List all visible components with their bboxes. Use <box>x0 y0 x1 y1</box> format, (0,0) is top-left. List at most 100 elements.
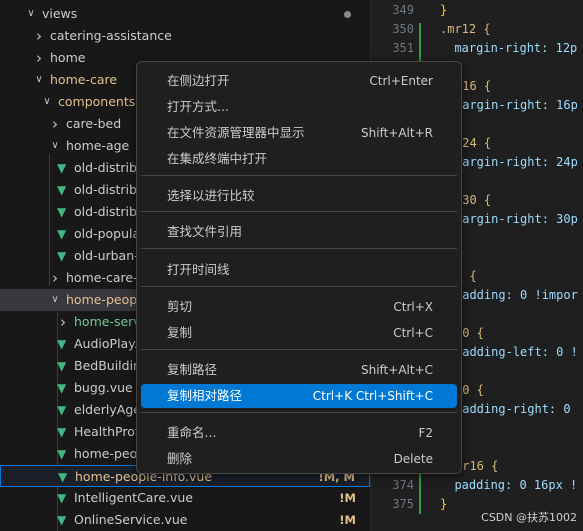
explorer-item-label: home-age <box>66 138 130 153</box>
explorer-item-label: AudioPlay. <box>74 336 138 351</box>
explorer-item-label: views <box>42 6 78 21</box>
explorer-item-label: home-care <box>50 72 118 87</box>
watermark: CSDN @扶苏1002 <box>481 511 577 524</box>
menu-item-shortcut: Ctrl+X <box>393 300 433 314</box>
menu-item-label: 复制 <box>167 325 193 340</box>
menu-item-shortcut: F2 <box>418 426 433 440</box>
explorer-item-label: care-bed <box>66 116 122 131</box>
explorer-item-label: old-distrib <box>74 160 137 175</box>
menu-separator <box>141 175 457 176</box>
menu-item[interactable]: 在侧边打开 Ctrl+Enter <box>141 69 457 93</box>
explorer-item-label: components <box>58 94 136 109</box>
menu-item-shortcut: Shift+Alt+R <box>361 126 433 140</box>
menu-item-label: 打开时间线 <box>167 262 230 277</box>
code-text: padding: 0 16px ! <box>440 478 578 492</box>
vue-file-icon: ▼ <box>58 470 68 484</box>
vue-file-icon: ▼ <box>57 425 67 439</box>
menu-separator <box>141 412 457 413</box>
explorer-item-label: home-peo <box>74 446 138 461</box>
chevron-right-icon[interactable]: › <box>57 311 69 333</box>
vue-file-icon: ▼ <box>57 447 67 461</box>
explorer-item-label: old-distrib <box>74 182 137 197</box>
menu-item[interactable]: 复制 Ctrl+C <box>141 321 457 345</box>
vue-file-icon: ▼ <box>57 205 67 219</box>
code-text: .mr12 { <box>440 22 491 36</box>
vue-file-icon: ▼ <box>57 183 67 197</box>
menu-item[interactable]: 打开方式... <box>141 95 457 119</box>
vue-file-icon: ▼ <box>57 403 67 417</box>
menu-item[interactable]: 打开时间线 <box>141 258 457 282</box>
explorer-item-label: old-distrib <box>74 204 137 219</box>
menu-item-label: 选择以进行比较 <box>167 188 255 203</box>
git-status-badge: !M <box>339 513 356 527</box>
explorer-item-label: elderlyAge <box>74 402 141 417</box>
code-text: margin-right: 12p <box>440 41 578 55</box>
explorer-item[interactable]: ▼ OnlineService.vue !M <box>0 509 370 531</box>
menu-item[interactable]: 选择以进行比较 <box>141 184 457 208</box>
vue-file-icon: ▼ <box>57 359 67 373</box>
chevron-down-icon[interactable]: ∨ <box>25 3 37 25</box>
menu-item-label: 在集成终端中打开 <box>167 151 268 166</box>
vue-file-icon: ▼ <box>57 337 67 351</box>
menu-separator <box>141 286 457 287</box>
menu-item[interactable]: 重命名... F2 <box>141 421 457 445</box>
code-text: margin-right: 30p <box>455 212 578 226</box>
explorer-item-label: old-urban- <box>74 248 139 263</box>
menu-item[interactable]: 复制路径 Shift+Alt+C <box>141 358 457 382</box>
menu-separator <box>141 349 457 350</box>
menu-item-label: 复制相对路径 <box>167 388 243 403</box>
explorer-item-label: home-serv <box>74 314 141 329</box>
explorer-item-label: HealthProt <box>74 424 140 439</box>
line-number: 351 <box>392 41 414 55</box>
code-text: padding-left: 0 ! <box>455 345 578 359</box>
explorer-item-label: IntelligentCare.vue <box>74 490 193 505</box>
line-number: 349 <box>392 3 414 17</box>
explorer-item[interactable]: ▼ IntelligentCare.vue !M <box>0 487 370 509</box>
vue-file-icon: ▼ <box>57 249 67 263</box>
explorer-item-label: old-popula <box>74 226 141 241</box>
chevron-down-icon[interactable]: ∨ <box>41 91 53 113</box>
menu-item-label: 在侧边打开 <box>167 73 230 88</box>
explorer-item[interactable]: › catering-assistance <box>0 25 370 47</box>
explorer-item[interactable]: ∨ views <box>0 3 370 25</box>
chevron-right-icon[interactable]: › <box>33 25 45 47</box>
menu-item-label: 复制路径 <box>167 362 218 377</box>
menu-item[interactable]: 复制相对路径 Ctrl+K Ctrl+Shift+C <box>141 384 457 408</box>
vue-file-icon: ▼ <box>57 161 67 175</box>
menu-item-label: 删除 <box>167 451 193 466</box>
menu-item[interactable]: 在集成终端中打开 <box>141 147 457 171</box>
chevron-down-icon[interactable]: ∨ <box>49 289 61 311</box>
chevron-down-icon[interactable]: ∨ <box>33 69 45 91</box>
code-text: padding-right: 0 <box>455 402 571 416</box>
chevron-right-icon[interactable]: › <box>49 113 61 135</box>
menu-item-shortcut: Ctrl+C <box>393 326 433 340</box>
menu-item[interactable]: 剪切 Ctrl+X <box>141 295 457 319</box>
code-text: } <box>440 3 448 17</box>
vue-file-icon: ▼ <box>57 491 67 505</box>
menu-item-label: 剪切 <box>167 299 193 314</box>
explorer-item-label: home-peop <box>66 292 138 307</box>
menu-item-shortcut: Delete <box>393 452 433 466</box>
explorer-item-label: bugg.vue <box>74 380 133 395</box>
menu-item[interactable]: 删除 Delete <box>141 447 457 471</box>
menu-item[interactable]: 在文件资源管理器中显示 Shift+Alt+R <box>141 121 457 145</box>
chevron-down-icon[interactable]: ∨ <box>49 135 61 157</box>
context-menu: 在侧边打开 Ctrl+Enter 打开方式... 在文件资源管理器中显示 Shift+A… <box>136 61 462 474</box>
menu-separator <box>141 211 457 212</box>
chevron-right-icon[interactable]: › <box>33 47 45 69</box>
explorer-item-label: home-care- <box>66 270 138 285</box>
line-number: 350 <box>392 22 414 36</box>
code-line: 351 margin-right: 12p <box>371 39 583 58</box>
menu-item-shortcut: Ctrl+Enter <box>369 74 433 88</box>
chevron-right-icon[interactable]: › <box>49 267 61 289</box>
menu-item-shortcut: Shift+Alt+C <box>360 363 433 377</box>
code-text: padding: 0 !impor <box>455 288 578 302</box>
menu-item-label: 重命名... <box>167 425 217 440</box>
code-text: margin-right: 24p <box>455 155 578 169</box>
code-line: 349} <box>371 1 583 20</box>
git-status-badge: !M <box>339 491 356 505</box>
vue-file-icon: ▼ <box>57 227 67 241</box>
menu-item[interactable]: 查找文件引用 <box>141 220 457 244</box>
code-text: margin-right: 16p <box>455 98 578 112</box>
code-text: } <box>440 497 448 511</box>
